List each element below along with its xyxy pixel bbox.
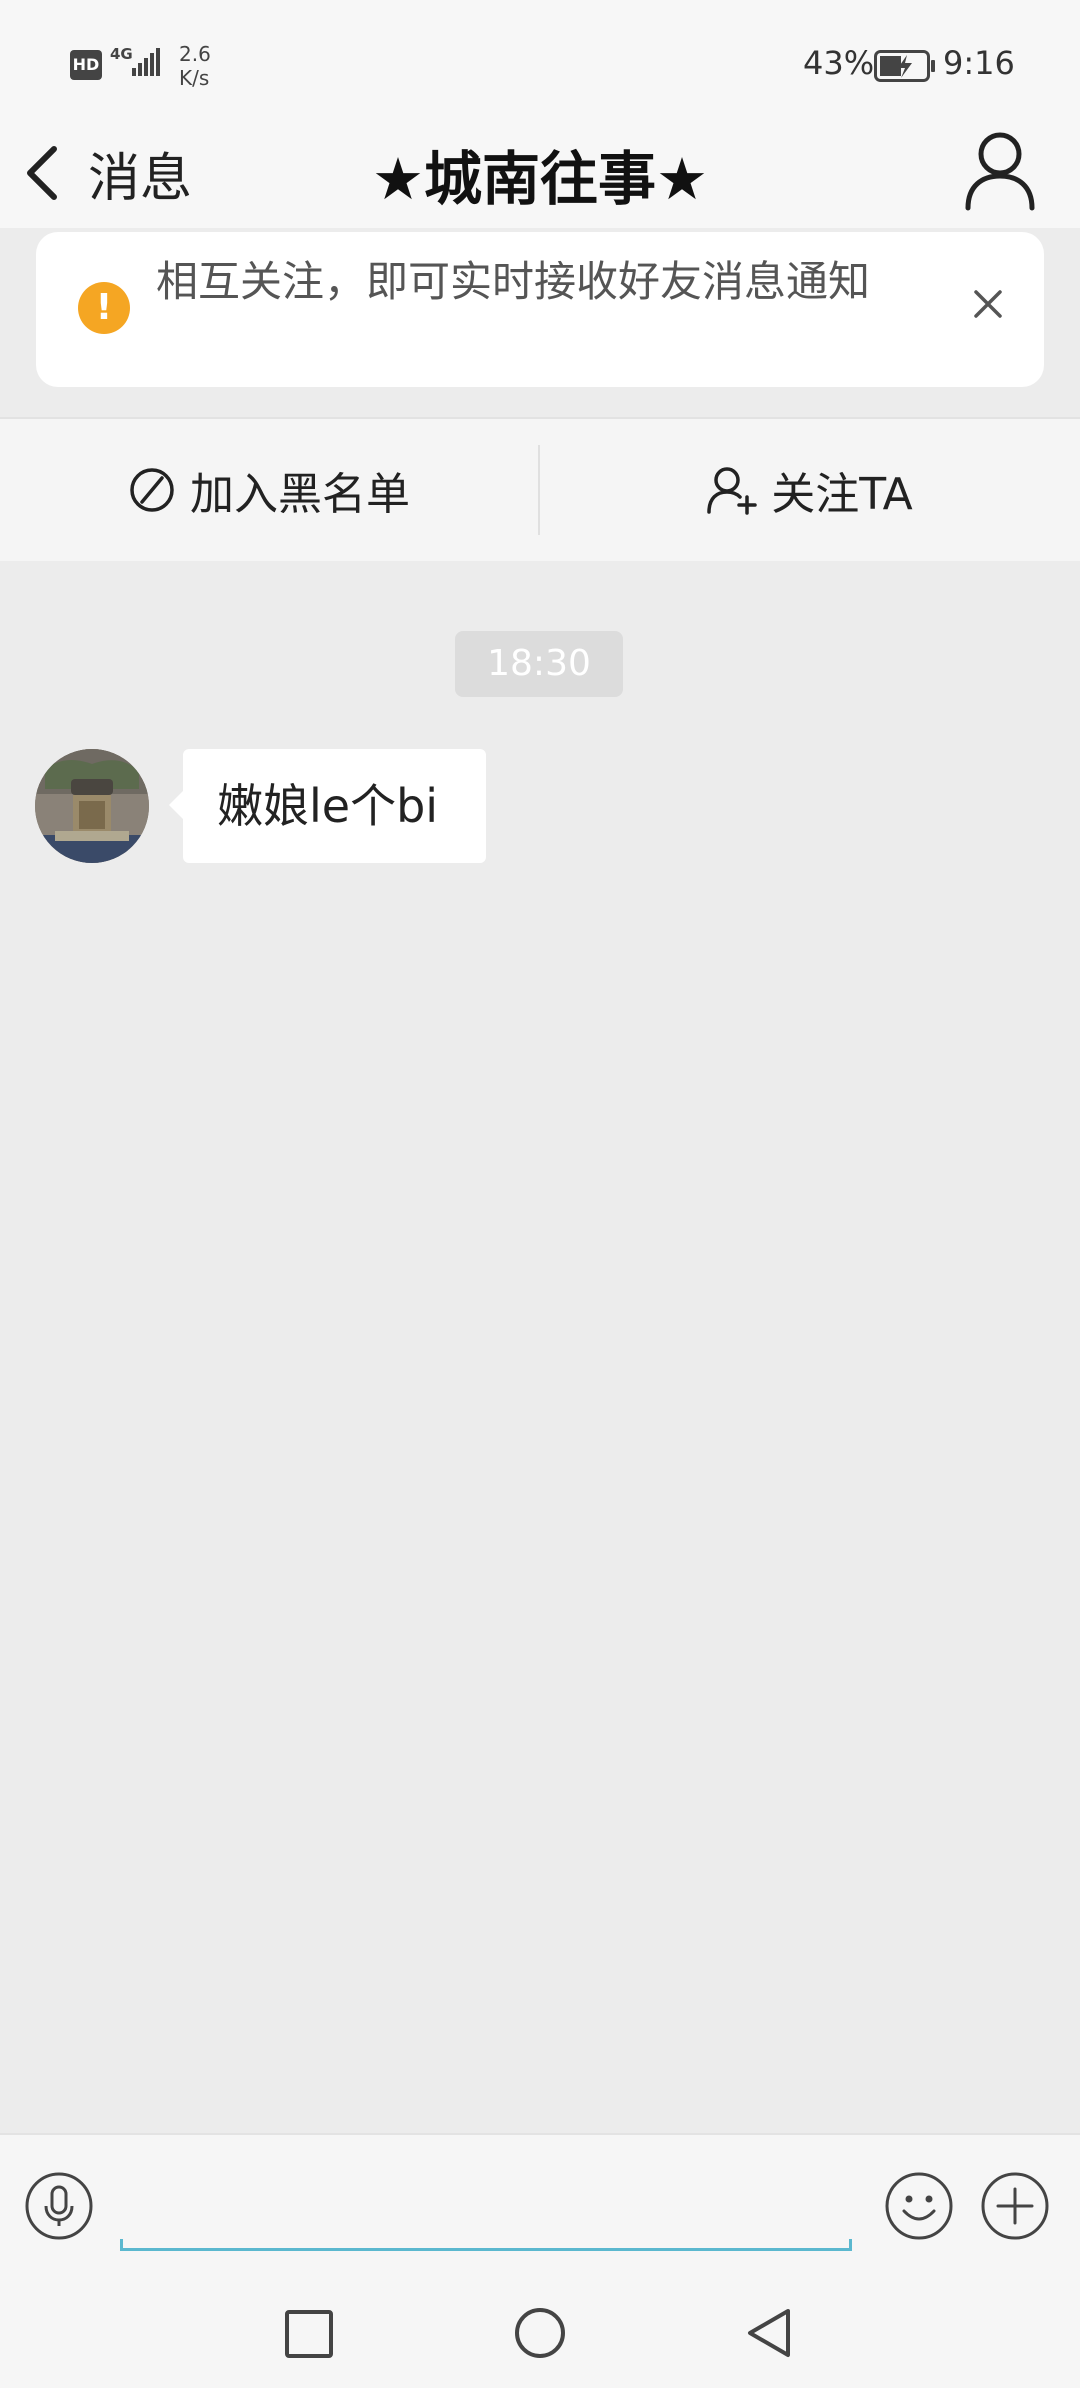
message-input[interactable] [120,2169,856,2241]
voice-button[interactable] [24,2171,94,2245]
action-bar: 加入黑名单 关注TA [0,419,1080,561]
message-bubble[interactable]: 嫩娘le个bi [168,749,487,863]
hd-badge: HD [70,50,102,80]
exclamation-icon: ! [78,282,130,334]
emoji-button[interactable] [884,2171,954,2245]
status-bar: HD 4G 2.6 K/s 43% 9:16 [0,0,1080,118]
back-nav-icon[interactable] [744,2307,794,2359]
input-bar [0,2133,1080,2277]
avatar-image [35,749,149,863]
follow-label: 关注TA [771,469,913,520]
chat-title: ★城南往事★ [372,145,708,213]
smiley-icon [885,2172,953,2240]
notice-text: 相互关注，即可实时接收好友消息通知 [156,257,871,306]
plus-icon [981,2172,1049,2240]
avatar[interactable] [35,749,149,863]
recent-apps-icon[interactable] [284,2309,334,2359]
message-timestamp: 18:30 [455,631,623,697]
battery-percent: 43% [803,44,875,82]
network-speed-unit: K/s [179,66,210,90]
add-person-icon [707,467,757,515]
home-icon[interactable] [514,2307,566,2359]
blacklist-button[interactable]: 加入黑名单 [0,419,538,561]
network-speed: 2.6 K/s [179,42,211,90]
block-icon [130,468,174,512]
follow-button[interactable]: 关注TA [540,419,1080,561]
notice-close-button[interactable] [968,284,1008,328]
network-type: 4G [110,45,133,63]
system-nav-bar [0,2277,1080,2388]
network-speed-value: 2.6 [179,42,211,66]
clock: 9:16 [943,44,1015,82]
chat-header: 消息 ★城南往事★ [0,118,1080,228]
signal-icon [132,48,160,76]
more-button[interactable] [980,2171,1050,2245]
close-icon [974,290,1002,318]
microphone-icon [25,2172,93,2240]
blacklist-label: 加入黑名单 [190,469,410,520]
person-icon [965,132,1035,211]
input-underline [120,2239,852,2251]
profile-button[interactable] [962,128,1038,216]
follow-notice: ! 相互关注，即可实时接收好友消息通知 [36,232,1044,387]
battery-charging-icon [874,50,935,82]
